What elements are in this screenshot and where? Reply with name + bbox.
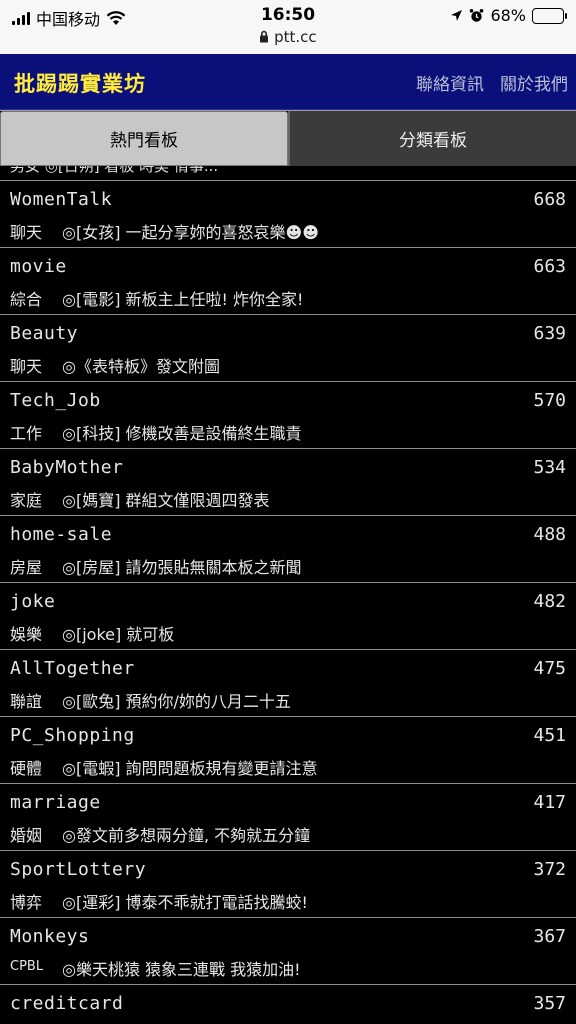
board-class: 博弈 [10, 893, 43, 912]
status-bar: 中国移动 16:50 ptt.cc 68% [0, 0, 576, 54]
board-row[interactable]: AllTogether 475 聯誼 ◎[歐兔] 預約你/妳的八月二十五 [0, 650, 576, 717]
board-class: 房屋 [10, 558, 43, 577]
battery-icon [532, 7, 567, 24]
board-user-count: 417 [533, 792, 566, 813]
board-title: ◎《表特板》發文附圖 [62, 357, 220, 376]
board-user-count: 475 [533, 658, 566, 679]
board-class: 硬體 [10, 759, 43, 778]
board-name: AllTogether [10, 658, 135, 679]
status-indicators: 68% [450, 6, 567, 25]
nav-contact-link[interactable]: 聯絡資訊 [416, 70, 484, 95]
board-name: joke [10, 591, 56, 612]
lock-icon [260, 30, 269, 43]
header-nav: 聯絡資訊 關於我們 [416, 70, 568, 95]
board-class: CPBL [10, 959, 44, 974]
board-title: ◎[電影] 新板主上任啦! 炸你全家! [62, 290, 304, 309]
board-row[interactable]: Beauty 639 聊天 ◎《表特板》發文附圖 [0, 315, 576, 382]
address-bar[interactable]: ptt.cc [0, 28, 576, 46]
board-user-count: 488 [533, 524, 566, 545]
board-name: PC_Shopping [10, 725, 135, 746]
board-title: ◎發文前多想兩分鐘, 不夠就五分鐘 [62, 826, 311, 845]
board-name: movie [10, 256, 67, 277]
board-title: ◎[電蝦] 詢問問題板規有變更請注意 [62, 759, 318, 778]
board-user-count: 639 [533, 323, 566, 344]
board-name: SportLottery [10, 859, 147, 880]
board-name: Beauty [10, 323, 79, 344]
board-row[interactable]: home-sale 488 房屋 ◎[房屋] 請勿張貼無關本板之新聞 [0, 516, 576, 583]
board-class: 聊天 [10, 357, 43, 376]
tab-hot-boards[interactable]: 熱門看板 [0, 111, 288, 166]
board-name: WomenTalk [10, 189, 113, 210]
board-title: ◎[媽寶] 群組文僅限週四發表 [62, 491, 270, 510]
board-row[interactable]: marriage 417 婚姻 ◎發文前多想兩分鐘, 不夠就五分鐘 [0, 784, 576, 851]
board-class: 聊天 [10, 223, 43, 242]
board-user-count: 668 [533, 189, 566, 210]
site-brand[interactable]: 批踢踢實業坊 [14, 68, 146, 98]
board-tabs: 熱門看板 分類看板 [0, 110, 576, 166]
board-user-count: 534 [533, 457, 566, 478]
board-row[interactable]: Tech_Job 570 工作 ◎[科技] 修機改善是設備終生職責 [0, 382, 576, 449]
board-name: creditcard [10, 993, 124, 1014]
board-user-count: 357 [533, 993, 566, 1014]
list-item[interactable]: 男女 ◎[日朔] 看板 時美 情事... [0, 166, 576, 181]
board-row[interactable]: joke 482 娛樂 ◎[joke] 就可板 [0, 583, 576, 650]
board-row[interactable]: Monkeys 367 CPBL ◎樂天桃猿 猿象三連戰 我猿加油! [0, 918, 576, 985]
board-title: ◎[運彩] 博泰不乖就打電話找騰蛟! [62, 893, 308, 912]
board-class: 綜合 [10, 290, 43, 309]
board-row[interactable]: WomenTalk 668 聊天 ◎[女孩] 一起分享妳的喜怒哀樂☻☻ [0, 181, 576, 248]
board-name: home-sale [10, 524, 113, 545]
url-text: ptt.cc [274, 28, 317, 46]
board-row[interactable]: SportLottery 372 博弈 ◎[運彩] 博泰不乖就打電話找騰蛟! [0, 851, 576, 918]
board-row[interactable]: creditcard 357 [0, 985, 576, 1024]
alarm-icon [470, 9, 484, 22]
board-name: marriage [10, 792, 101, 813]
board-list: 男女 ◎[日朔] 看板 時美 情事... WomenTalk 668 聊天 ◎[女孩]… [0, 166, 576, 1024]
board-user-count: 482 [533, 591, 566, 612]
board-row[interactable]: BabyMother 534 家庭 ◎[媽寶] 群組文僅限週四發表 [0, 449, 576, 516]
board-user-count: 663 [533, 256, 566, 277]
board-user-count: 367 [533, 926, 566, 947]
board-class: 工作 [10, 424, 43, 443]
battery-percent: 68% [490, 6, 526, 25]
board-class: 家庭 [10, 491, 43, 510]
board-title: ◎[房屋] 請勿張貼無關本板之新聞 [62, 558, 302, 577]
location-icon [451, 10, 463, 21]
board-user-count: 451 [533, 725, 566, 746]
tab-category-boards[interactable]: 分類看板 [288, 111, 576, 166]
board-class: 娛樂 [10, 625, 43, 644]
board-row[interactable]: PC_Shopping 451 硬體 ◎[電蝦] 詢問問題板規有變更請注意 [0, 717, 576, 784]
board-class: 聯誼 [10, 692, 43, 711]
site-header: 批踢踢實業坊 聯絡資訊 關於我們 [0, 54, 576, 110]
board-user-count: 570 [533, 390, 566, 411]
nav-about-link[interactable]: 關於我們 [500, 70, 568, 95]
board-name: Tech_Job [10, 390, 101, 411]
board-title: ◎樂天桃猿 猿象三連戰 我猿加油! [62, 960, 301, 979]
board-user-count: 372 [533, 859, 566, 880]
board-class: 婚姻 [10, 826, 43, 845]
board-name: Monkeys [10, 926, 90, 947]
board-row[interactable]: movie 663 綜合 ◎[電影] 新板主上任啦! 炸你全家! [0, 248, 576, 315]
board-title: ◎[歐兔] 預約你/妳的八月二十五 [62, 692, 291, 711]
board-title: ◎[joke] 就可板 [62, 625, 175, 644]
board-title: ◎[女孩] 一起分享妳的喜怒哀樂☻☻ [62, 223, 319, 242]
partial-row-text: 男女 ◎[日朔] 看板 時美 情事... [10, 166, 219, 175]
board-title: ◎[科技] 修機改善是設備終生職責 [62, 424, 302, 443]
board-name: BabyMother [10, 457, 124, 478]
